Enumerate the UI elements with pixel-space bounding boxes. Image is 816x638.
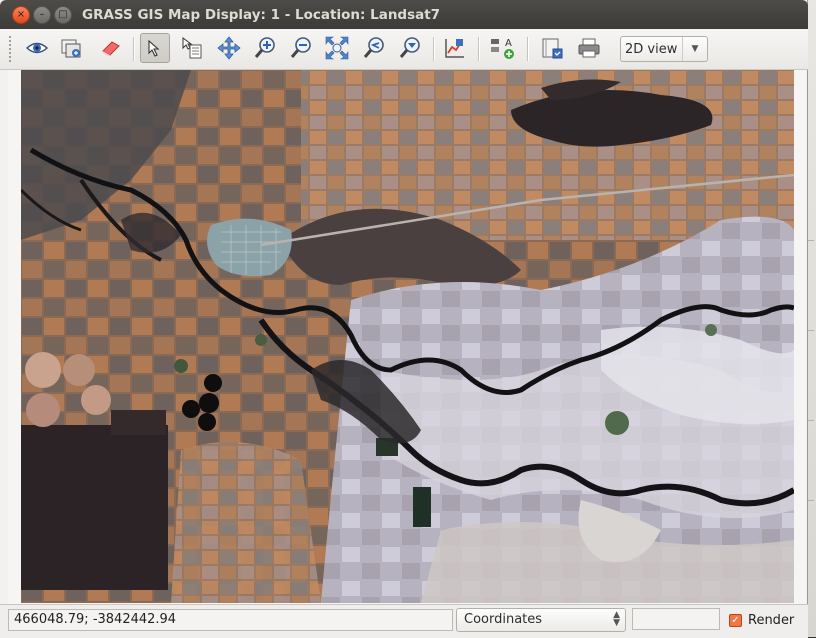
erase-display-button[interactable] <box>96 33 126 63</box>
zoom-extent-button[interactable] <box>322 33 352 63</box>
window-title: GRASS GIS Map Display: 1 - Location: Lan… <box>82 7 441 23</box>
status-bar: 466048.79; -3842442.94 Coordinates ▲ ▼ ✓ … <box>0 604 808 638</box>
zoom-out-icon <box>290 37 311 58</box>
zoom-menu-icon <box>399 37 420 58</box>
render-map-button[interactable] <box>56 33 86 63</box>
toolbar-separator <box>433 37 435 61</box>
render-checkbox[interactable]: ✓ <box>729 613 742 627</box>
query-icon <box>182 37 202 59</box>
display-map-button[interactable] <box>22 33 52 63</box>
toolbar-grip-handle[interactable] <box>8 35 12 63</box>
print-icon <box>578 38 600 58</box>
render-toggle[interactable]: ✓ Render <box>724 608 806 632</box>
chevron-down-icon: ▼ <box>682 37 707 61</box>
toolbar-separator <box>527 37 529 61</box>
map-canvas-frame <box>8 70 806 604</box>
pan-tool-button[interactable] <box>214 33 244 63</box>
view-mode-value: 2D view <box>625 41 678 57</box>
zoom-out-button[interactable] <box>286 33 316 63</box>
zoom-menu-button[interactable] <box>395 33 425 63</box>
save-map-button[interactable] <box>537 33 567 63</box>
map-canvas[interactable] <box>21 70 794 603</box>
pointer-icon <box>148 39 160 57</box>
maximize-window-button[interactable]: □ <box>54 6 72 24</box>
analyze-button[interactable] <box>440 33 470 63</box>
zoom-back-icon <box>363 37 384 58</box>
toolbar-separator <box>478 37 480 61</box>
save-map-icon <box>542 38 563 59</box>
landsat-image <box>21 70 794 603</box>
zoom-back-button[interactable] <box>359 33 389 63</box>
zoom-in-icon <box>254 37 275 58</box>
print-map-button[interactable] <box>574 33 604 63</box>
close-window-button[interactable]: × <box>12 6 30 24</box>
statusbar-mode-value: Coordinates <box>464 612 543 627</box>
render-map-icon <box>61 39 81 58</box>
svg-text:A: A <box>505 38 512 49</box>
toolbar-separator <box>133 37 135 61</box>
spin-arrows-icon: ▲ ▼ <box>613 610 620 628</box>
pointer-tool-button[interactable] <box>140 33 170 63</box>
zoom-in-button[interactable] <box>250 33 280 63</box>
eye-icon <box>25 42 49 54</box>
render-label: Render <box>748 612 795 628</box>
decoration-icon: A <box>491 38 514 59</box>
minimize-window-button[interactable]: – <box>33 6 51 24</box>
coordinates-display: 466048.79; -3842442.94 <box>8 609 453 631</box>
map-decorations-button[interactable]: A <box>487 33 517 63</box>
statusbar-mode-select[interactable]: Coordinates ▲ ▼ <box>456 608 626 632</box>
map-display-window: × – □ GRASS GIS Map Display: 1 - Locatio… <box>0 0 808 638</box>
eraser-icon <box>102 41 120 56</box>
view-mode-select[interactable]: 2D view ▼ <box>620 36 708 62</box>
statusbar-progress-field <box>632 608 720 630</box>
pan-icon <box>217 36 241 60</box>
analyze-icon <box>445 39 464 58</box>
query-tool-button[interactable] <box>177 33 207 63</box>
zoom-extent-icon <box>325 36 349 60</box>
title-bar[interactable]: × – □ GRASS GIS Map Display: 1 - Locatio… <box>0 0 808 29</box>
